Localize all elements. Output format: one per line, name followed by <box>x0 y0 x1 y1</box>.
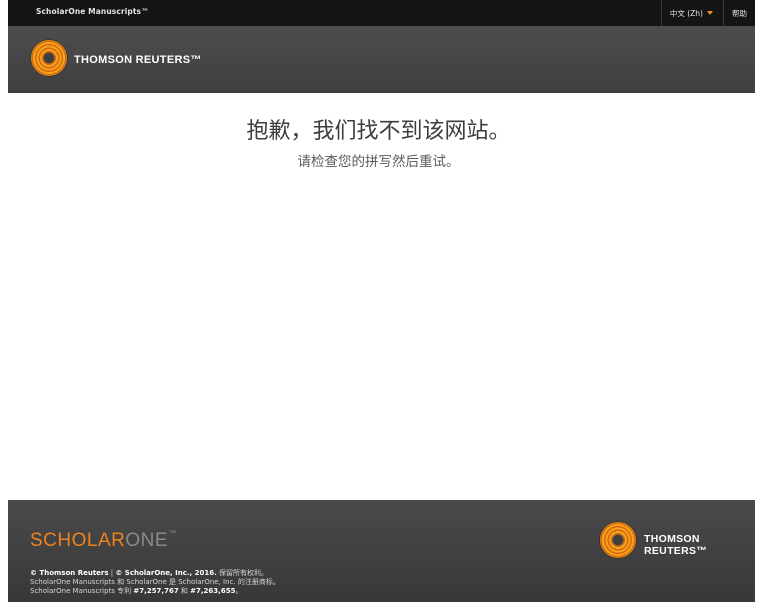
app-title: ScholarOne Manuscripts™ <box>36 7 149 16</box>
logo-part-one: ONE <box>125 530 169 551</box>
patent-suffix: 。 <box>235 587 243 595</box>
language-label: 中文 (Zh) <box>669 8 703 18</box>
copyright-thomson: © Thomson Reuters <box>30 569 109 577</box>
publisher-name: THOMSON REUTERS™ <box>74 54 202 66</box>
scholarone-logo: SCHOLARONE™ <box>30 530 177 552</box>
error-title: 抱歉，我们找不到该网站。 <box>246 119 511 144</box>
help-label: 帮助 <box>732 8 747 18</box>
legal-line-copyright: © Thomson Reuters | © ScholarOne, Inc., … <box>30 569 280 578</box>
caret-down-icon <box>707 11 713 15</box>
legal-text: © Thomson Reuters | © ScholarOne, Inc., … <box>30 569 280 596</box>
logo-part-scholar: SCHOLAR <box>30 530 126 551</box>
main-content: 抱歉，我们找不到该网站。 请检查您的拼写然后重试。 <box>0 93 757 500</box>
patent-conjunction: 和 <box>178 587 191 595</box>
legal-line-patents: ScholarOne Manuscripts 专利 #7,257,767 和 #… <box>30 587 280 596</box>
help-link[interactable]: 帮助 <box>723 0 755 26</box>
brand-header: THOMSON REUTERS™ <box>0 26 757 93</box>
error-subtitle: 请检查您的拼写然后重试。 <box>297 154 460 170</box>
legal-line-trademark: ScholarOne Manuscripts 和 ScholarOne 是 Sc… <box>30 578 280 586</box>
logo-trademark: ™ <box>169 530 177 537</box>
patent-prefix: ScholarOne Manuscripts 专利 <box>30 587 134 595</box>
thomson-reuters-logo-icon <box>31 40 67 76</box>
copyright-scholarone: © ScholarOne, Inc., 2016. <box>115 569 217 577</box>
top-bar: ScholarOne Manuscripts™ 中文 (Zh) 帮助 <box>0 0 757 26</box>
top-bar-actions: 中文 (Zh) 帮助 <box>660 0 755 26</box>
patent-number-1: #7,257,767 <box>133 587 179 595</box>
rights-reserved: 保留所有权利。 <box>216 569 268 577</box>
footer: SCHOLARONE™ THOMSON REUTERS™ © Thomson R… <box>0 500 757 602</box>
footer-publisher-name: THOMSON REUTERS™ <box>644 533 708 557</box>
patent-number-2: #7,263,655 <box>190 587 236 595</box>
language-selector[interactable]: 中文 (Zh) <box>660 0 723 26</box>
thomson-reuters-logo-icon <box>600 522 636 558</box>
